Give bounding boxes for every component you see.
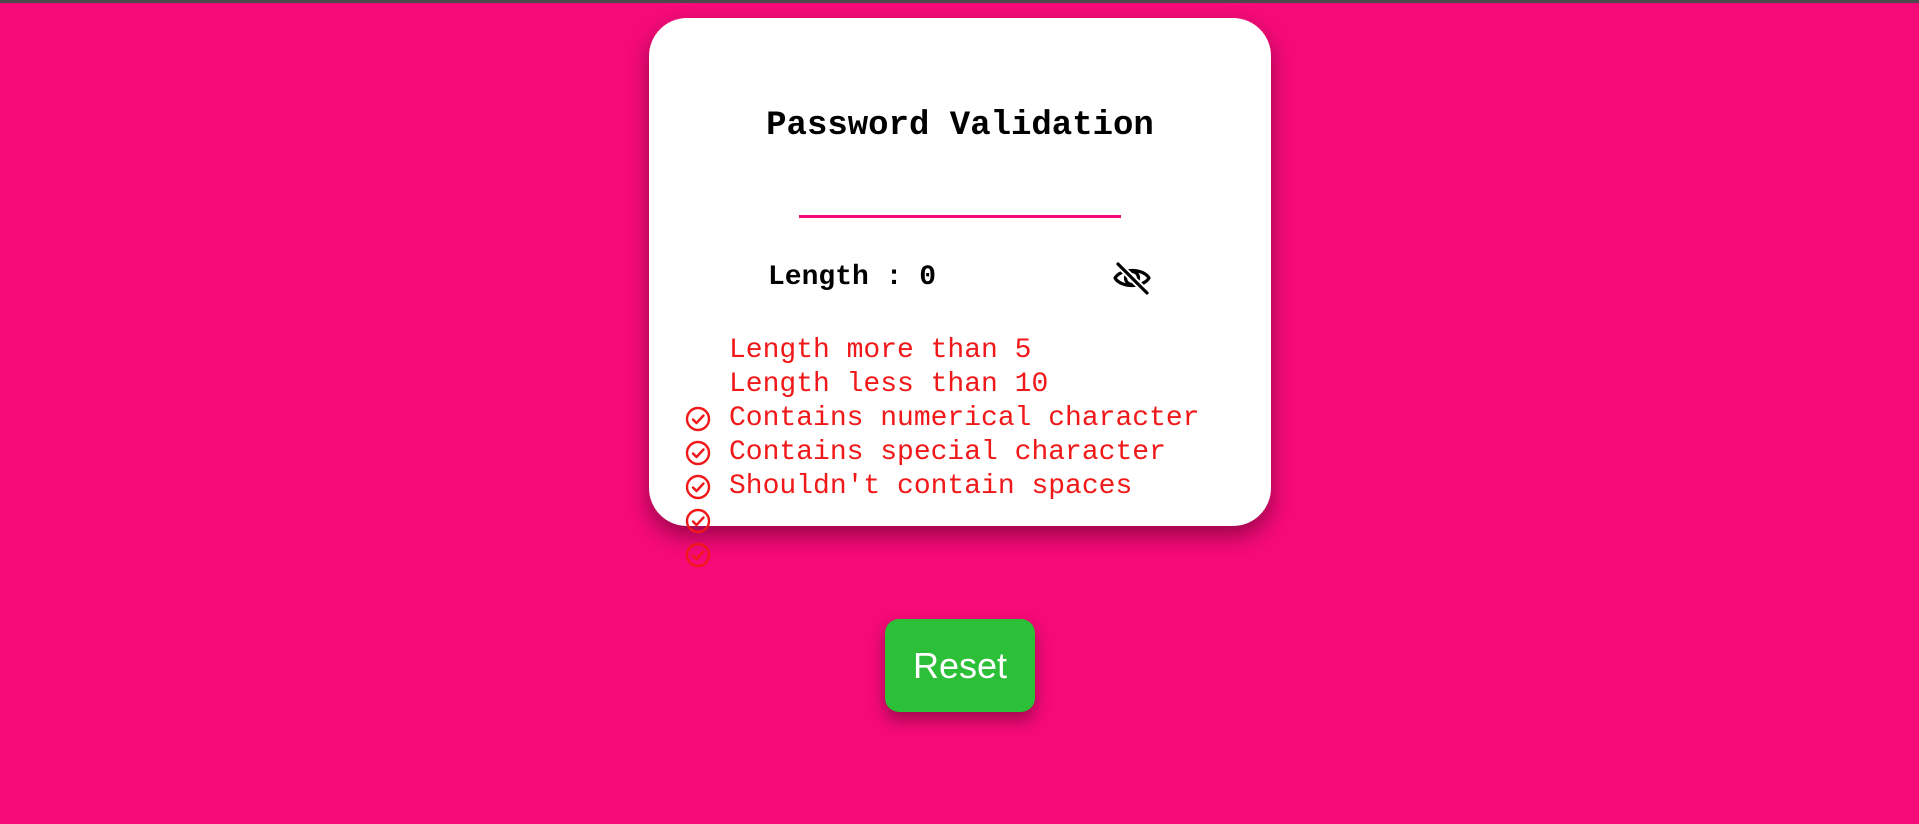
validation-rules-list: Length more than 5 Length less than 10 C… xyxy=(685,334,1200,568)
top-border xyxy=(0,0,1919,3)
check-circle-icon xyxy=(685,406,711,500)
reset-button[interactable]: Reset xyxy=(885,619,1035,712)
rule-label: Length less than 10 xyxy=(729,369,1049,400)
rule-label: Length more than 5 xyxy=(729,335,1032,366)
check-circle-icon xyxy=(685,440,711,534)
page-title: Password Validation xyxy=(766,107,1154,145)
length-counter: Length : 0 xyxy=(768,262,937,293)
rule-item-min-length: Length more than 5 xyxy=(685,334,1199,432)
rule-label: Contains numerical character xyxy=(729,403,1200,434)
rule-label: Shouldn't contain spaces xyxy=(729,471,1133,502)
rule-item-no-spaces: Shouldn't contain spaces xyxy=(685,470,1199,568)
rule-item-numerical: Contains numerical character xyxy=(685,402,1200,500)
check-circle-icon xyxy=(685,474,711,568)
password-validation-card: Password Validation Length : 0 Length mo… xyxy=(649,18,1271,568)
rule-item-special: Contains special character xyxy=(685,436,1199,534)
eye-slash-icon[interactable] xyxy=(1112,260,1152,296)
rule-label: Contains special character xyxy=(729,437,1166,468)
rule-item-max-length: Length less than 10 xyxy=(685,368,1199,466)
check-circle-icon xyxy=(685,372,711,466)
check-circle-icon xyxy=(685,338,711,432)
password-input[interactable] xyxy=(799,176,1121,218)
